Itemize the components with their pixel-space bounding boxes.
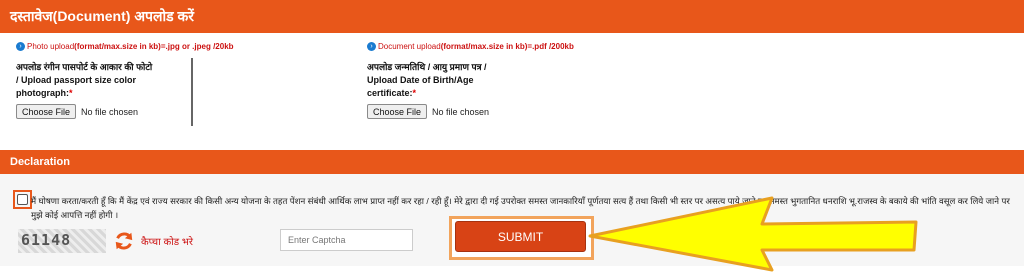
info-circle-icon: › <box>367 42 376 51</box>
photo-choose-file-button[interactable]: Choose File <box>16 104 77 119</box>
photo-hint-format: (format/max.size in kb)=.jpg or .jpeg /2… <box>74 42 234 51</box>
declaration-section-header: Declaration <box>0 150 1024 174</box>
photo-upload-hint: › Photo upload (format/max.size in kb)=.… <box>16 42 256 51</box>
declaration-checkbox-highlight <box>13 190 32 209</box>
captcha-image: 61148 <box>18 229 106 253</box>
captcha-label: कैप्चा कोड भरे <box>141 237 193 248</box>
dob-hint-format: (format/max.size in kb)=.pdf /200kb <box>440 42 574 51</box>
dob-upload-label: अपलोड जन्मतिथि / आयु प्रमाण पत्र / Uploa… <box>367 61 507 100</box>
declaration-title: Declaration <box>10 156 70 168</box>
pointer-arrow-icon <box>588 196 918 272</box>
required-mark: * <box>412 88 417 98</box>
dob-upload-block: › Document upload (format/max.size in kb… <box>367 42 627 119</box>
photo-file-status: No file chosen <box>81 106 139 117</box>
column-divider <box>191 58 193 126</box>
captcha-input[interactable] <box>280 229 413 251</box>
info-circle-icon: › <box>16 42 25 51</box>
refresh-icon[interactable] <box>113 230 135 252</box>
required-mark: * <box>69 88 73 98</box>
dob-choose-file-button[interactable]: Choose File <box>367 104 428 119</box>
photo-upload-block: › Photo upload (format/max.size in kb)=.… <box>16 42 256 119</box>
documents-section-header: दस्तावेज(Document) अपलोड करें <box>0 0 1024 33</box>
dob-upload-hint: › Document upload (format/max.size in kb… <box>367 42 627 51</box>
dob-file-status: No file chosen <box>432 106 490 117</box>
dob-hint-prefix: Document upload <box>378 42 441 51</box>
photo-hint-prefix: Photo upload <box>27 42 75 51</box>
photo-file-input[interactable]: Choose File No file chosen <box>16 104 256 119</box>
photo-label-english: / Upload passport size color photograph: <box>16 75 137 98</box>
photo-upload-label: अपलोड रंगीन पासपोर्ट के आकार की फोटो / U… <box>16 61 156 100</box>
photo-label-hindi: अपलोड रंगीन पासपोर्ट के आकार की फोटो <box>16 62 153 72</box>
dob-label-hindi: अपलोड जन्मतिथि / आयु प्रमाण पत्र <box>367 62 482 72</box>
submit-button[interactable]: SUBMIT <box>455 221 586 252</box>
dob-file-input[interactable]: Choose File No file chosen <box>367 104 627 119</box>
declaration-checkbox[interactable] <box>17 194 28 205</box>
documents-section-title: दस्तावेज(Document) अपलोड करें <box>10 8 194 24</box>
